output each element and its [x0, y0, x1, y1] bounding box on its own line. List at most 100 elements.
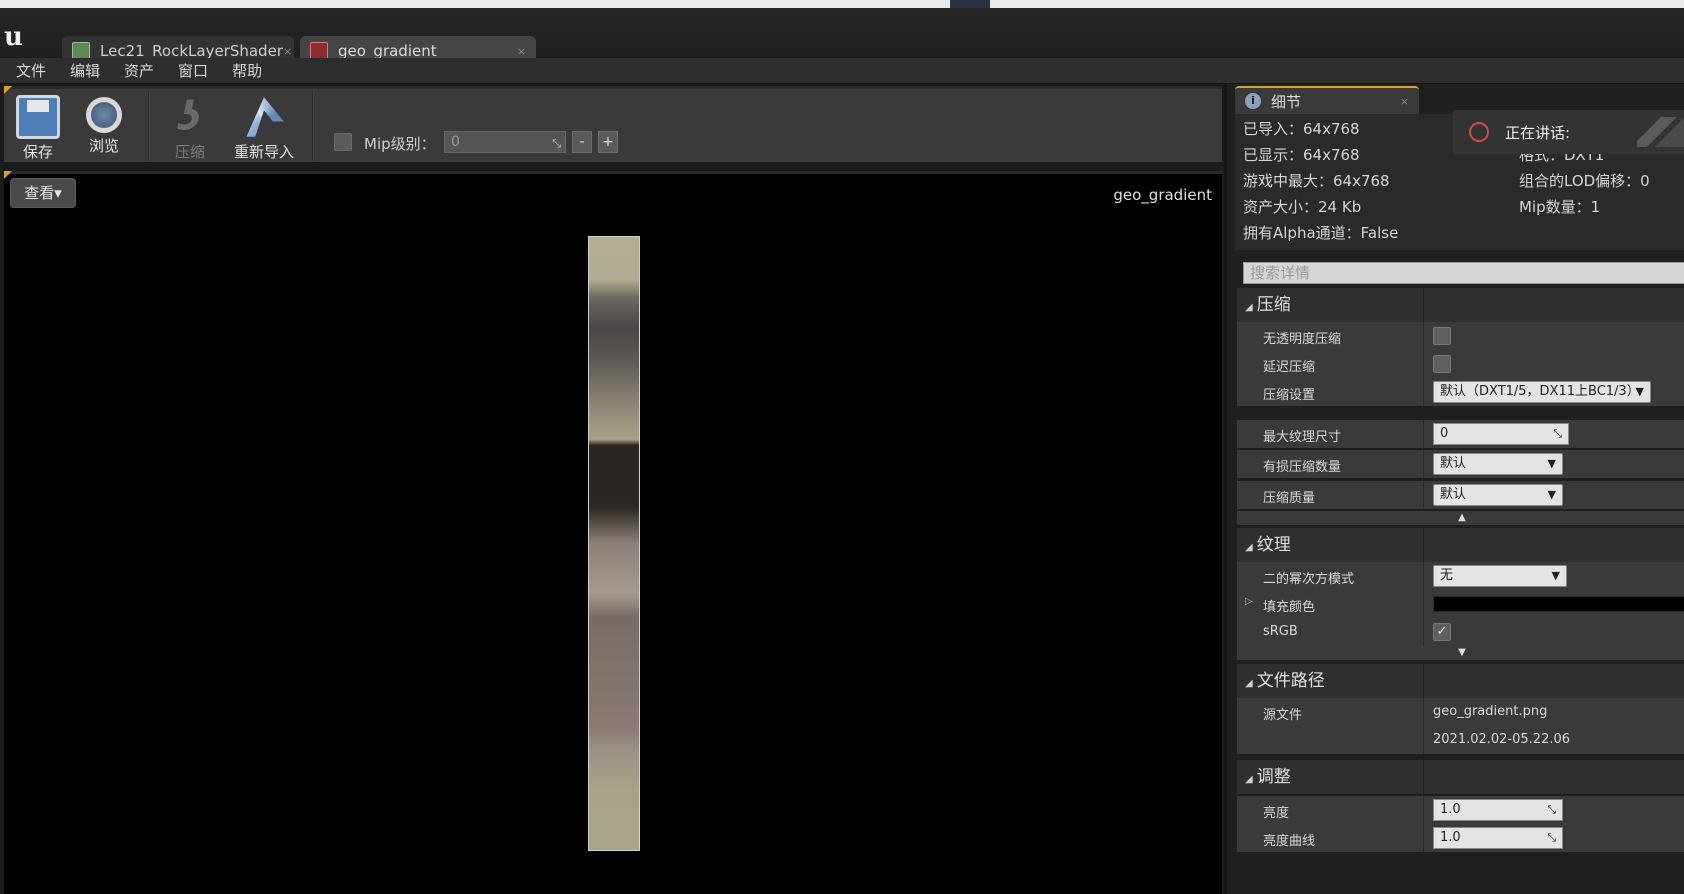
- source-file-name: geo_gradient.png: [1433, 704, 1548, 719]
- info-lod-bias: 组合的LOD偏移：0: [1519, 172, 1650, 190]
- expand-advanced-button[interactable]: ▼: [1237, 646, 1684, 660]
- expand-triangle-icon[interactable]: ▷: [1245, 596, 1253, 607]
- column-divider: [1423, 420, 1424, 448]
- prop-power-of-two-mode: 二的幂次方模式 无 ▼: [1237, 562, 1684, 590]
- texture-viewport[interactable]: 查看▾ geo_gradient: [4, 171, 1222, 894]
- column-divider: [1423, 618, 1424, 646]
- chevron-down-icon: ▼: [1547, 488, 1556, 501]
- prop-label: 压缩质量: [1263, 491, 1316, 506]
- os-top-strip: [0, 0, 1684, 8]
- texture-preview: [588, 236, 640, 851]
- menu-file[interactable]: 文件: [16, 60, 46, 81]
- prop-label: 填充颜色: [1263, 600, 1316, 615]
- column-divider: [1423, 760, 1424, 794]
- tab-close-icon[interactable]: ×: [517, 45, 526, 58]
- reimport-icon: [246, 97, 284, 137]
- column-divider: [1423, 288, 1424, 322]
- view-dropdown-button[interactable]: 查看▾: [10, 178, 76, 208]
- dropdown-value: 默认: [1440, 456, 1467, 471]
- info-max-ingame: 游戏中最大：64x768: [1243, 172, 1390, 190]
- prop-lossy-compression: 有损压缩数量 默认 ▼: [1237, 450, 1684, 478]
- menu-help[interactable]: 帮助: [232, 60, 262, 81]
- brightness-input[interactable]: 1.0 ⤡: [1433, 799, 1563, 821]
- power-of-two-dropdown[interactable]: 无 ▼: [1433, 565, 1567, 587]
- mip-level-checkbox[interactable]: [334, 133, 352, 151]
- collapse-triangle-icon: ◢: [1245, 542, 1253, 553]
- menu-window[interactable]: 窗口: [178, 60, 208, 81]
- section-title: 调整: [1256, 767, 1291, 787]
- save-button[interactable]: 保存: [6, 95, 70, 163]
- section-file-path[interactable]: ◢ 文件路径: [1237, 664, 1684, 698]
- toolbar: 保存 浏览 ʖ 压缩 重新导入 Mip级别： 0 ⤡ - +: [4, 86, 1222, 162]
- unreal-logo-icon: u: [4, 22, 23, 52]
- toolbar-separator: [312, 93, 314, 161]
- title-bar: u Lec21_RockLayerShader × geo_gradient ×: [0, 8, 1684, 66]
- prop-label: sRGB: [1263, 624, 1298, 639]
- speaking-label: 正在讲话:: [1505, 123, 1571, 142]
- column-divider: [1423, 664, 1424, 698]
- max-texture-size-input[interactable]: 0 ⤡: [1433, 423, 1569, 445]
- compression-quality-dropdown[interactable]: 默认 ▼: [1433, 484, 1563, 506]
- section-texture[interactable]: ◢ 纹理: [1237, 528, 1684, 562]
- mip-level-input[interactable]: 0 ⤡: [444, 131, 566, 153]
- logo-watermark-icon: [1637, 117, 1684, 147]
- brightness-curve-input[interactable]: 1.0 ⤡: [1433, 827, 1563, 849]
- mip-decrement-button[interactable]: -: [572, 131, 592, 153]
- no-alpha-checkbox[interactable]: [1433, 327, 1451, 345]
- menu-edit[interactable]: 编辑: [70, 60, 100, 81]
- column-divider: [1423, 350, 1424, 378]
- browse-button[interactable]: 浏览: [72, 95, 136, 163]
- section-title: 压缩: [1256, 295, 1291, 315]
- prop-label: 二的幂次方模式: [1263, 572, 1355, 587]
- collapse-triangle-icon: ◢: [1245, 774, 1253, 785]
- compress-button[interactable]: ʖ 压缩: [158, 95, 222, 163]
- search-details-input[interactable]: 搜索详情: [1243, 262, 1684, 284]
- tab-close-icon[interactable]: ×: [1400, 95, 1409, 108]
- reimport-button[interactable]: 重新导入: [226, 95, 302, 163]
- column-divider: [1423, 481, 1424, 509]
- padding-color-swatch[interactable]: [1433, 596, 1684, 612]
- menu-asset[interactable]: 资产: [124, 60, 154, 81]
- prop-label: 延迟压缩: [1263, 360, 1316, 375]
- prop-label: 亮度: [1263, 806, 1290, 821]
- section-title: 纹理: [1256, 535, 1291, 555]
- info-icon: i: [1245, 93, 1261, 109]
- chevron-down-icon: ▼: [1635, 385, 1644, 398]
- prop-padding-color: ▷ 填充颜色: [1237, 590, 1684, 618]
- tab-details[interactable]: i 细节 ×: [1235, 86, 1419, 114]
- info-asset-size: 资产大小：24 Kb: [1243, 198, 1362, 216]
- menu-bar: 文件 编辑 资产 窗口 帮助: [0, 58, 1684, 84]
- prop-source-file: 源文件 geo_gradient.png 2021.02.02-05.22.06: [1237, 698, 1684, 754]
- prop-compression-quality: 压缩质量 默认 ▼: [1237, 481, 1684, 509]
- info-mip-count: Mip数量：1: [1519, 198, 1601, 216]
- srgb-checkbox[interactable]: ✓: [1433, 623, 1451, 641]
- section-compression[interactable]: ◢ 压缩: [1237, 288, 1684, 322]
- column-divider: [1423, 590, 1424, 618]
- toolbar-separator: [148, 93, 150, 161]
- column-divider: [1423, 796, 1424, 824]
- lossy-compression-dropdown[interactable]: 默认 ▼: [1433, 453, 1563, 475]
- compress-icon: ʖ: [178, 94, 202, 140]
- mip-increment-button[interactable]: +: [598, 131, 618, 153]
- mip-level-value: 0: [451, 134, 460, 150]
- collapse-triangle-icon: ◢: [1245, 678, 1253, 689]
- dropdown-value: 无: [1440, 568, 1454, 583]
- input-value: 1.0: [1440, 802, 1461, 817]
- info-imported: 已导入：64x768: [1243, 120, 1360, 138]
- tab-close-icon[interactable]: ×: [283, 45, 292, 58]
- defer-compression-checkbox[interactable]: [1433, 355, 1451, 373]
- texture-editor-main: 保存 浏览 ʖ 压缩 重新导入 Mip级别： 0 ⤡ - + 查看▾ geo_g…: [0, 84, 1224, 894]
- dropdown-value: 默认: [1440, 487, 1467, 502]
- column-divider: [1423, 824, 1424, 852]
- prop-label: 亮度曲线: [1263, 834, 1316, 849]
- collapse-advanced-button[interactable]: ▲: [1237, 511, 1684, 525]
- collapse-triangle-icon: ◢: [1245, 302, 1253, 313]
- prop-label: 最大纹理尺寸: [1263, 430, 1342, 445]
- dropdown-value: 默认（DXT1/5，DX11上BC1/3）: [1440, 384, 1640, 399]
- prop-srgb: sRGB ✓: [1237, 618, 1684, 646]
- section-adjustments[interactable]: ◢ 调整: [1237, 760, 1684, 794]
- prop-compression-settings: 压缩设置 默认（DXT1/5，DX11上BC1/3） ▼: [1237, 378, 1684, 406]
- compression-settings-dropdown[interactable]: 默认（DXT1/5，DX11上BC1/3） ▼: [1433, 381, 1651, 403]
- prop-defer-compression: 延迟压缩: [1237, 350, 1684, 378]
- column-divider: [1423, 562, 1424, 590]
